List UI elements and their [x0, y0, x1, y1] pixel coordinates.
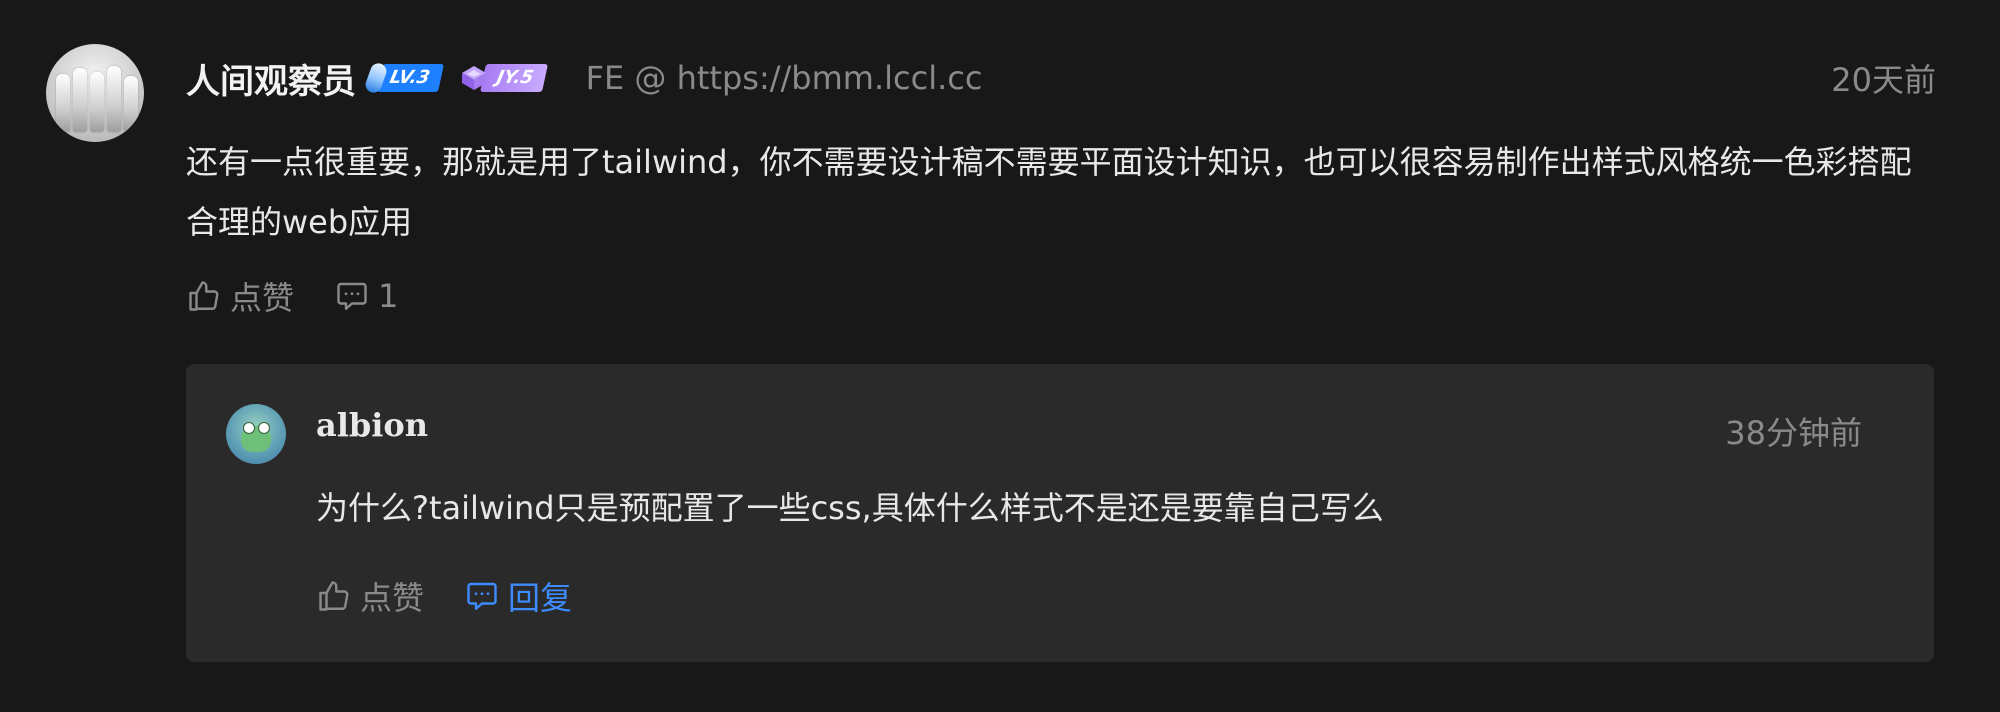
reply-count: 1 [378, 277, 399, 315]
jy-badge-label: JY.5 [480, 64, 549, 92]
comment-item: 人间观察员 LV.3 JY.5 FE @ https://bmm.lccl.cc… [0, 0, 2000, 712]
avatar-bottle [124, 76, 138, 132]
avatar[interactable] [46, 44, 144, 142]
frog-eye [243, 422, 255, 434]
reply-actions: 点赞 回复 [316, 572, 572, 620]
avatar-bottle [107, 66, 121, 132]
comment-actions: 点赞 1 [186, 272, 398, 320]
reply-like-label: 点赞 [360, 579, 425, 617]
comment-content: 还有一点很重要，那就是用了tailwind，你不需要设计稿不需要平面设计知识，也… [186, 143, 1912, 241]
thumbs-up-icon [189, 281, 219, 311]
thumbs-up-icon [319, 581, 349, 611]
reply-like-button[interactable]: 点赞 [316, 573, 424, 619]
user-description: FE @ https://bmm.lccl.cc [585, 59, 983, 97]
reply-content: 为什么?tailwind只是预配置了一些css,具体什么样式不是还是要靠自己写么 [316, 489, 1384, 527]
comment-time: 20天前 [1831, 61, 1936, 99]
avatar-bottle [56, 74, 70, 132]
reply-label: 回复 [508, 579, 573, 617]
comment-icon [467, 582, 497, 610]
level-badge[interactable]: LV.3 [363, 61, 445, 95]
frog-eye [258, 422, 270, 434]
comment-header: 人间观察员 LV.3 JY.5 FE @ https://bmm.lccl.cc… [186, 50, 1936, 106]
reply-item: albion 38分钟前 为什么?tailwind只是预配置了一些css,具体什… [186, 364, 1934, 662]
reply-avatar[interactable] [226, 404, 286, 464]
jy-badge[interactable]: JY.5 [459, 61, 549, 95]
jy-gem-icon [459, 63, 489, 93]
like-button[interactable]: 点赞 [186, 273, 294, 319]
reply-author-name[interactable]: albion [316, 406, 428, 444]
like-label: 点赞 [230, 279, 295, 317]
comment-icon [337, 282, 367, 310]
level-badge-label: LV.3 [377, 64, 445, 92]
frog-avatar-figure [241, 422, 271, 452]
avatar-bottle [73, 68, 87, 132]
author-name[interactable]: 人间观察员 [186, 54, 356, 103]
reply-button[interactable]: 回复 [464, 573, 572, 619]
comment-count-button[interactable]: 1 [334, 277, 398, 315]
reply-time: 38分钟前 [1725, 414, 1862, 452]
avatar-bottle [90, 72, 104, 132]
